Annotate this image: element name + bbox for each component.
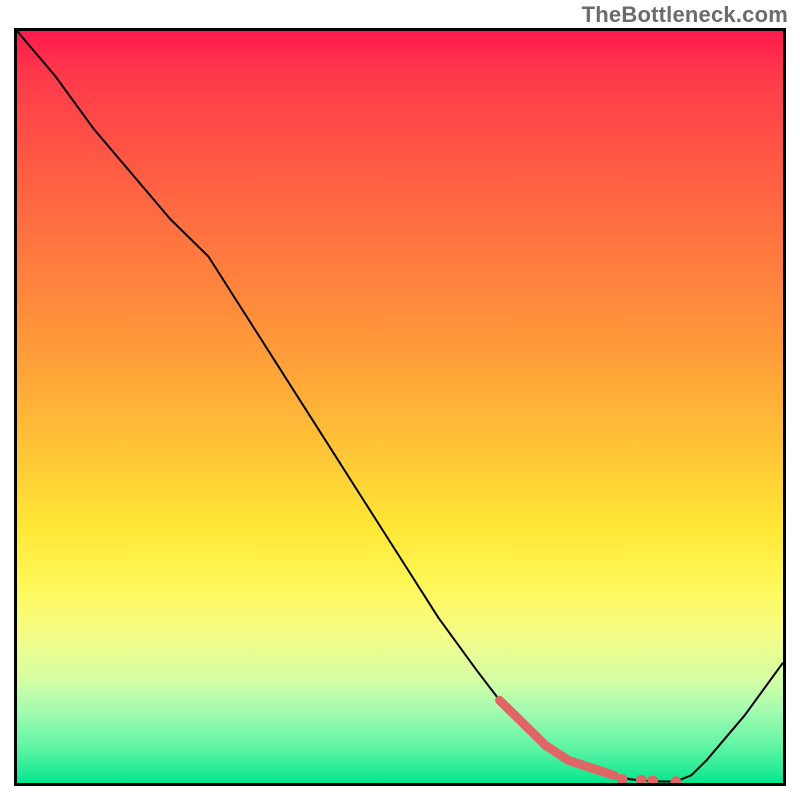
optimum-dot [636,775,647,786]
plot-area [14,28,786,786]
watermark-text: TheBottleneck.com [582,2,788,28]
optimum-dots [617,774,681,786]
optimum-dot [670,776,681,786]
near-optimum-band [500,700,615,775]
optimum-dot [617,774,628,785]
bottleneck-curve [17,31,783,781]
optimum-dot [647,775,658,786]
chart-stage: TheBottleneck.com [0,0,800,800]
curve-overlay [17,31,783,783]
